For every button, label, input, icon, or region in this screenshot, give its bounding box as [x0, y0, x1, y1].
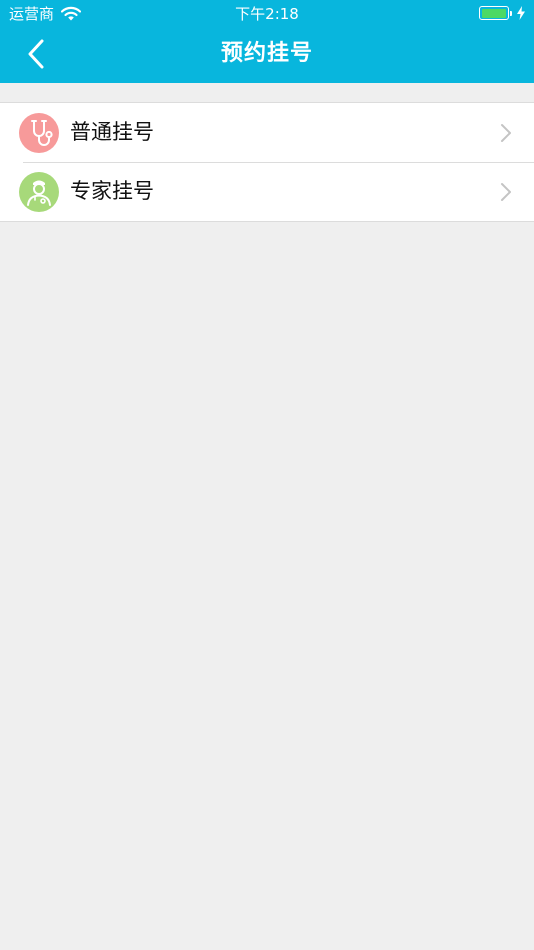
- registration-menu: 普通挂号 专家挂号: [0, 102, 534, 222]
- status-bar: 运营商 下午2:18: [0, 0, 534, 28]
- battery-icon: [479, 6, 509, 20]
- page-title: 预约挂号: [220, 41, 313, 66]
- battery-indicator: [479, 6, 526, 20]
- stethoscope-icon: [19, 113, 59, 153]
- charging-icon: [517, 6, 525, 20]
- navigation-bar: 预约挂号: [0, 28, 534, 83]
- battery-cap: [510, 10, 512, 16]
- expert-registration-item[interactable]: 专家挂号: [0, 162, 534, 221]
- general-registration-label: 普通挂号: [70, 120, 154, 144]
- chevron-right-icon: [501, 124, 511, 142]
- general-registration-item[interactable]: 普通挂号: [0, 103, 534, 162]
- battery-level: [481, 8, 506, 18]
- status-time: 下午2:18: [235, 5, 299, 23]
- doctor-icon: [19, 172, 59, 212]
- chevron-right-icon: [501, 183, 511, 201]
- app-header: 运营商 下午2:18 预约挂号: [0, 0, 534, 83]
- expert-registration-label: 专家挂号: [70, 179, 154, 203]
